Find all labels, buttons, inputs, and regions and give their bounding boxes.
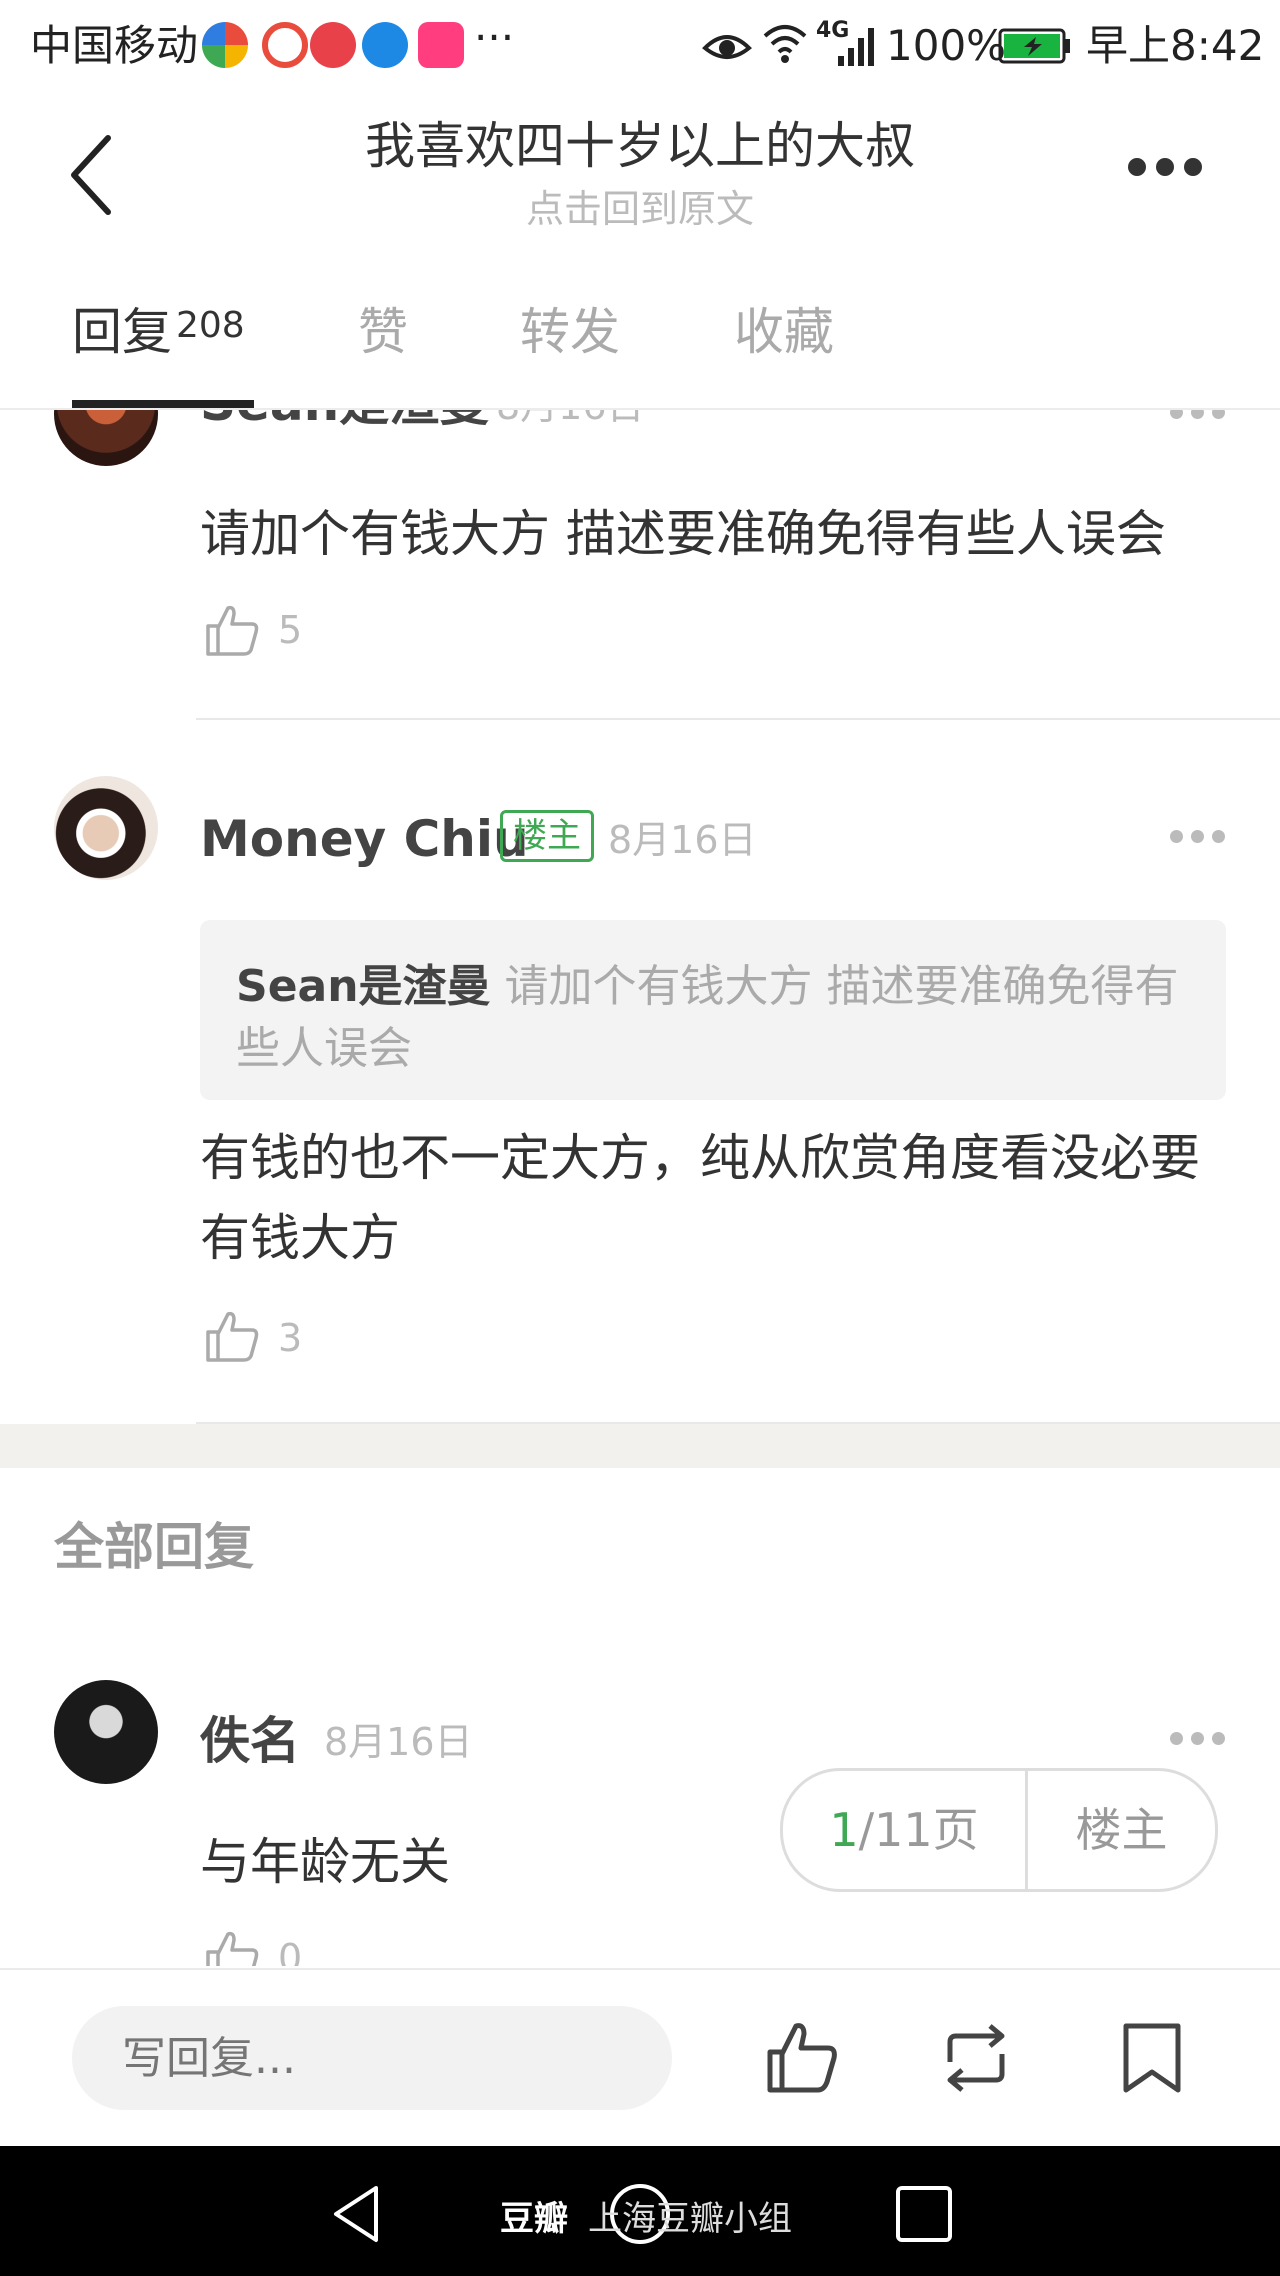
reply-input[interactable] [72,2006,672,2110]
eye-icon [702,35,752,59]
comment-more-icon[interactable] [1170,830,1226,844]
system-nav-bar: 豆瓣 上海豆瓣小组 [0,2146,1280,2276]
zhihu-icon [362,22,408,68]
current-page: 1 [829,1803,859,1857]
comment-username[interactable]: Money Chiu [200,806,529,872]
comment-item: Sean是渣曼 8月16日 请加个有钱大方 描述要准确免得有些人误会 5 [0,410,1280,720]
avatar[interactable] [54,1680,158,1784]
like-post-icon[interactable] [762,2018,842,2098]
quoted-comment-body: Sean是渣曼 请加个有钱大方 描述要准确免得有些人误会 [236,956,1196,1080]
status-bar: 中国移动 ··· 4G 100% 早上8:42 [0,0,1280,92]
total-pages: /11页 [858,1803,979,1857]
comment-username[interactable]: Sean是渣曼 [200,410,489,436]
all-replies-heading: 全部回复 [54,1518,254,1576]
comment-date: 8月16日 [608,818,757,862]
like-count: 5 [278,608,303,652]
op-only-filter-button[interactable]: 楼主 [1028,1771,1215,1889]
comment-more-icon[interactable] [1170,1732,1226,1746]
active-tab-indicator [72,400,254,408]
comment-more-icon[interactable] [1170,410,1226,420]
watermark-brand: 豆瓣 [500,2199,568,2239]
thumbs-up-icon[interactable] [204,602,260,658]
comment-username[interactable]: 佚名 [200,1708,300,1774]
post-title: 我喜欢四十岁以上的大叔 [365,117,915,175]
like-count: 3 [278,1316,303,1360]
carrier-label: 中国移动 [30,21,199,70]
tab-replies-label: 回复 [72,303,172,361]
wifi-icon [763,25,807,63]
quoted-username: Sean是渣曼 [236,961,491,1012]
bottom-action-bar [0,1968,1280,2148]
tab-reposts[interactable]: 转发 [520,296,620,368]
app-icon [202,22,248,68]
app-icon [310,22,356,68]
signal-icon [838,28,874,66]
comment-text: 请加个有钱大方 描述要准确免得有些人误会 [200,505,1166,563]
tab-replies-count: 208 [176,305,245,346]
battery-icon [998,28,1070,64]
app-icon [262,22,308,68]
more-options-icon[interactable] [1128,158,1202,178]
repost-icon[interactable] [936,2018,1016,2098]
back-to-original-link[interactable]: 点击回到原文 [0,184,1280,234]
comment-divider [196,718,1280,720]
watermark: 豆瓣 上海豆瓣小组 [500,2194,792,2244]
avatar[interactable] [54,776,158,880]
thumbs-up-icon[interactable] [204,1928,260,1966]
tab-replies[interactable]: 回复 208 [72,296,245,368]
comment-text: 有钱的也不一定大方，纯从欣赏角度看没必要有钱大方 [200,1129,1200,1267]
battery-percent: 100% [886,21,1007,70]
thumbs-up-icon[interactable] [204,1308,260,1364]
op-badge: 楼主 [500,810,594,862]
quoted-comment[interactable]: Sean是渣曼 请加个有钱大方 描述要准确免得有些人误会 [200,920,1226,1100]
bookmark-icon[interactable] [1112,2018,1192,2098]
avatar[interactable] [54,410,158,466]
comment-date: 8月16日 [324,1720,473,1764]
page-navigator: 1/11页 楼主 [780,1768,1218,1892]
nav-back-icon[interactable] [326,2182,390,2246]
watermark-group: 上海豆瓣小组 [588,2199,792,2239]
like-count: 0 [278,1936,303,1966]
nav-recents-icon[interactable] [892,2182,956,2246]
youku-icon [418,22,464,68]
tab-favorites[interactable]: 收藏 [734,296,834,368]
section-separator [0,1424,1280,1468]
tab-likes[interactable]: 赞 [358,296,408,368]
comment-date: 8月16日 [496,410,645,436]
clock-label: 早上8:42 [1086,21,1265,70]
more-notifications-icon: ··· [474,13,515,62]
page-indicator-button[interactable]: 1/11页 [783,1771,1025,1889]
